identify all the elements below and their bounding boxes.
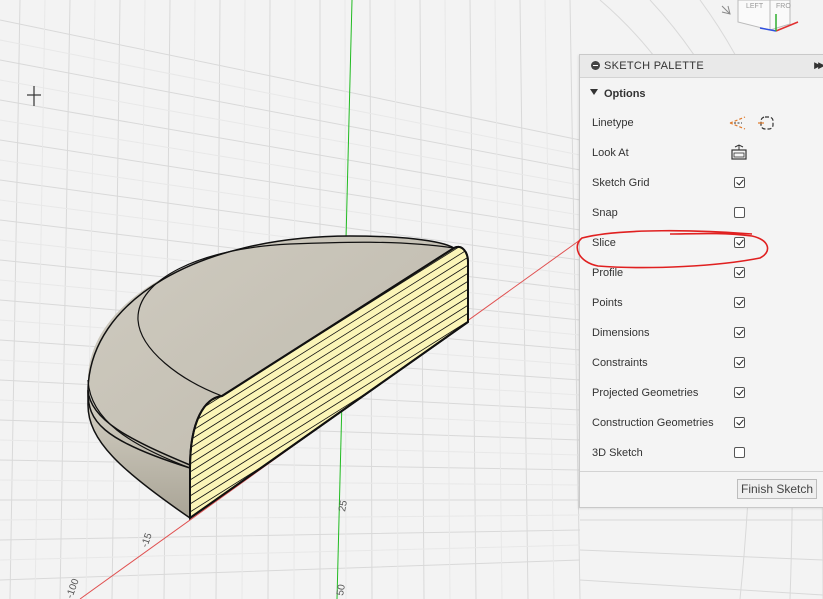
crosshair-icon [27, 86, 41, 106]
option-label: Construction Geometries [592, 417, 714, 429]
caret-down-icon[interactable] [590, 89, 598, 95]
finish-sketch-button[interactable]: Finish Sketch [737, 479, 817, 499]
snap-checkbox[interactable] [734, 207, 745, 218]
palette-header[interactable]: SKETCH PALETTE ▶▶ [580, 55, 823, 78]
sketch-palette: SKETCH PALETTE ▶▶ Options Linetype Look … [579, 54, 823, 508]
option-row-look-at: Look At [580, 139, 823, 169]
option-label: Linetype [592, 117, 634, 129]
option-row-profile: Profile [580, 259, 823, 289]
options-section-header[interactable]: Options [580, 83, 823, 105]
option-label: Dimensions [592, 327, 650, 339]
view-cube[interactable]: LEFT FRO [721, 0, 799, 32]
points-checkbox[interactable] [734, 297, 745, 308]
palette-title: SKETCH PALETTE [604, 60, 704, 72]
projected-geometries-checkbox[interactable] [734, 387, 745, 398]
half-disc-body[interactable] [87, 224, 470, 520]
view-cube-left-label[interactable]: LEFT [746, 3, 764, 10]
axis-tick-label: 25 [337, 499, 350, 512]
dimensions-checkbox[interactable] [734, 327, 745, 338]
linetype-centerline-icon[interactable] [758, 114, 776, 135]
option-label: 3D Sketch [592, 447, 643, 459]
linetype-construction-icon[interactable] [728, 114, 748, 135]
constraints-checkbox[interactable] [734, 357, 745, 368]
option-row-slice: Slice [580, 229, 823, 259]
sketch-grid-checkbox[interactable] [734, 177, 745, 188]
profile-checkbox[interactable] [734, 267, 745, 278]
option-label: Look At [592, 147, 629, 159]
option-label: Slice [592, 237, 616, 249]
construction-geometries-checkbox[interactable] [734, 417, 745, 428]
option-row-constraints: Constraints [580, 349, 823, 379]
option-label: Points [592, 297, 623, 309]
option-row-dimensions: Dimensions [580, 319, 823, 349]
collapse-icon[interactable] [591, 61, 600, 70]
expand-arrows-icon[interactable]: ▶▶ [814, 60, 823, 71]
look-at-icon[interactable] [730, 144, 748, 165]
option-row-3d-sketch: 3D Sketch [580, 439, 823, 469]
divider [580, 471, 823, 472]
section-title: Options [604, 88, 646, 100]
slice-checkbox[interactable] [734, 237, 745, 248]
option-row-sketch-grid: Sketch Grid [580, 169, 823, 199]
option-row-snap: Snap [580, 199, 823, 229]
option-label: Snap [592, 207, 618, 219]
option-label: Projected Geometries [592, 387, 699, 399]
option-row-points: Points [580, 289, 823, 319]
view-cube-front-label[interactable]: FRO [776, 3, 791, 10]
option-row-construction-geometries: Construction Geometries [580, 409, 823, 439]
axis-tick-label: -100 [64, 577, 81, 599]
option-row-linetype: Linetype [580, 109, 823, 139]
option-label: Constraints [592, 357, 648, 369]
option-row-projected-geometries: Projected Geometries [580, 379, 823, 409]
3d-sketch-checkbox[interactable] [734, 447, 745, 458]
option-label: Sketch Grid [592, 177, 650, 189]
option-label: Profile [592, 267, 624, 279]
